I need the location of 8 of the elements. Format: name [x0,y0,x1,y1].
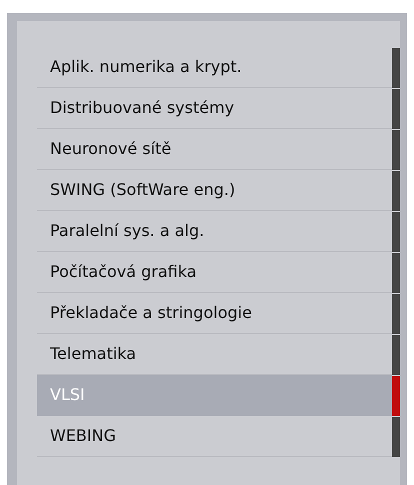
menu-item[interactable]: Aplik. numerika a krypt. [37,47,392,88]
menu-item[interactable]: Distribuované systémy [37,88,392,129]
menu-item[interactable]: Neuronové sítě [37,129,392,170]
menu-item[interactable]: Překladače a stringologie [37,293,392,334]
menu-item[interactable]: Počítačová grafika [37,252,392,293]
menu-item[interactable]: WEBING [37,416,392,457]
menu-item[interactable]: Paralelní sys. a alg. [37,211,392,252]
menu-item[interactable]: SWING (SoftWare eng.) [37,170,392,211]
